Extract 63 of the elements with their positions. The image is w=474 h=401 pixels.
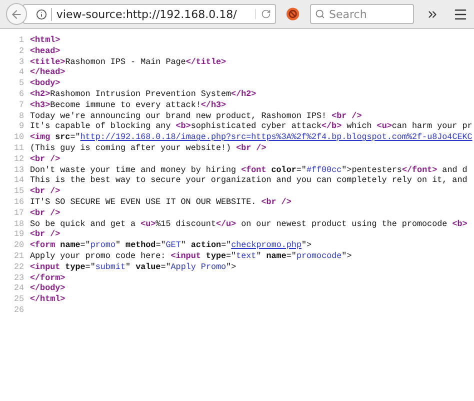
- source-line: Don't waste your time and money by hiring <font color="#ff00cc">pentesters</font> and d: [30, 164, 468, 176]
- line-number: 16: [12, 196, 25, 208]
- address-bar[interactable]: view-source:http://192.168.0.18/: [23, 4, 276, 24]
- search-field[interactable]: Search: [310, 4, 414, 24]
- line-number: 2: [18, 46, 25, 57]
- address-text: view-source:http://192.168.0.18/: [51, 8, 252, 20]
- source-line: So be quick and get a <u>%15 discount</u> on our newest product using the promocode <b>: [30, 218, 468, 230]
- source-line: </head>: [30, 67, 66, 78]
- source-line: </form>: [30, 272, 66, 284]
- source-line: <br />: [30, 208, 60, 219]
- source-line: <head>: [30, 46, 60, 57]
- source-line: </body>: [30, 283, 66, 294]
- menu-button[interactable]: [453, 6, 468, 22]
- source-line: <h3>Become immune to every attack!</h3>: [30, 100, 226, 111]
- line-number: 10: [12, 132, 25, 143]
- line-number: 5: [18, 78, 25, 89]
- source-line: (This guy is coming after your website!) <br />: [30, 142, 266, 154]
- back-button[interactable]: [6, 3, 28, 25]
- source-line: Apply your promo code here: <input type="text" name="promocode">: [30, 250, 352, 262]
- source-line: It's capable of blocking any <b>sophisticated cyber attack</b> which <u>can harm your pr: [30, 121, 472, 132]
- source-line: <br />: [30, 154, 60, 165]
- reload-button[interactable]: [255, 9, 272, 19]
- line-number: 14: [12, 175, 25, 186]
- line-number: 12: [12, 154, 25, 165]
- source-line: <input type="submit" value="Apply Promo">: [30, 262, 236, 273]
- source-line: <form name="promo" method="GET" action="checkpromo.php">: [30, 240, 312, 251]
- line-number: 25: [12, 294, 25, 305]
- source-line: <br />: [30, 186, 60, 197]
- search-icon: [315, 9, 325, 19]
- info-icon[interactable]: [36, 8, 48, 20]
- source-link[interactable]: checkpromo.php: [231, 240, 302, 250]
- source-line: This is the best way to secure your organization and you can completely rely on it, and: [30, 175, 468, 186]
- source-line: Today we're announcing our brand new product, Rashomon IPS! <br />: [30, 110, 362, 122]
- line-number: 9: [18, 121, 25, 132]
- line-number: 17: [12, 208, 25, 219]
- line-number: 24: [12, 283, 25, 294]
- line-number: 22: [12, 262, 25, 273]
- source-line: IT'S SO SECURE WE EVEN USE IT ON OUR WEBSITE. <br />: [30, 196, 292, 208]
- line-number: 15: [12, 186, 25, 197]
- line-number: 26: [12, 304, 25, 316]
- source-line: <br />: [30, 229, 60, 240]
- source-line: <img src="http://192.168.0.18/image.php?src=https%3A%2f%2f4.bp.blogspot.com%2f-u8Jo4CEKC: [30, 132, 472, 143]
- line-number: 6: [18, 88, 25, 100]
- line-number: 7: [18, 100, 25, 111]
- line-number: 18: [12, 218, 25, 230]
- source-line: <html>: [30, 35, 60, 46]
- line-number: 11: [12, 142, 25, 154]
- line-number: 1: [18, 35, 25, 46]
- source-line: <body>: [30, 78, 60, 89]
- addon-icon[interactable]: [286, 7, 300, 21]
- source-link[interactable]: http://192.168.0.18/image.php?src=https%3A%2f%2f4.bp.blogspot.com%2f-u8Jo4CEKC: [80, 132, 472, 142]
- line-number: 13: [12, 164, 25, 176]
- line-number: 3: [18, 56, 25, 68]
- back-arrow-icon: [10, 8, 24, 20]
- line-number: 19: [12, 229, 25, 240]
- line-number: 4: [18, 67, 25, 78]
- source-line: <title>Rashomon IPS - Main Page</title>: [30, 56, 226, 68]
- line-number: 8: [18, 110, 25, 122]
- source-line: </html>: [30, 294, 66, 305]
- source-line: <h2>Rashomon Intrusion Prevention System</h2>: [30, 88, 256, 100]
- line-number: 20: [12, 240, 25, 251]
- line-number: 23: [12, 272, 25, 284]
- line-number: 21: [12, 250, 25, 262]
